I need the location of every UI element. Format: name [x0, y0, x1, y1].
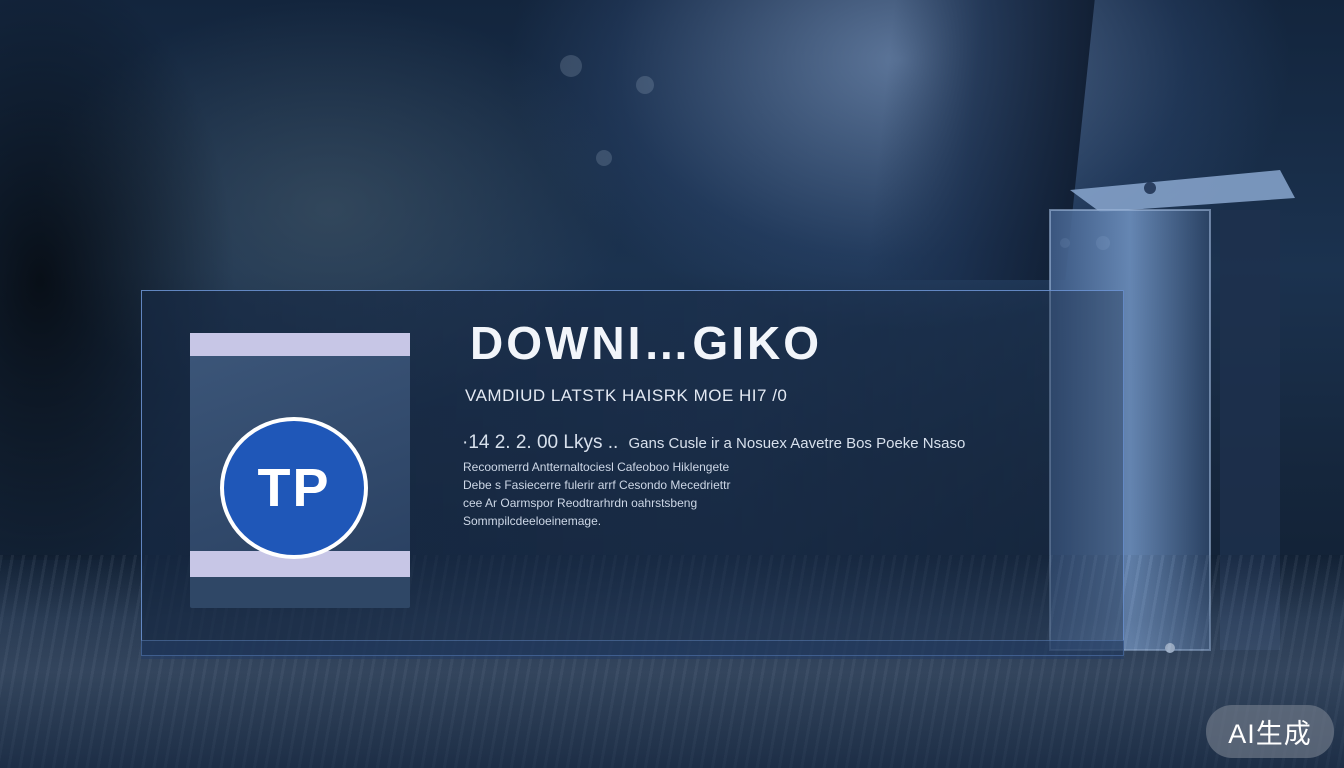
ai-generated-badge: AI生成 [1206, 705, 1334, 758]
meta-version: ·14 2. 2. 00 Lkys .. [462, 432, 619, 453]
panel-bottom-edge [141, 640, 1124, 659]
panel-subtitle: VAMDIUD LATSTK HAISRK MOE HI7 /0 [465, 386, 788, 405]
tp-logo-icon[interactable]: TP [220, 417, 368, 559]
description-line: Recoomerrd Antternaltociesl Cafeoboo Hik… [463, 460, 730, 474]
bokeh-light [560, 55, 582, 77]
bokeh-light [596, 150, 612, 166]
bokeh-light [636, 76, 654, 94]
meta-details: Gans Cusle ir a Nosuex Aavetre Bos Poeke… [628, 435, 966, 452]
meta-line: ·14 2. 2. 00 Lkys .. Gans Cusle ir a Nos… [462, 432, 965, 454]
description-line: cee Ar Oarmspor Reodtrarhrdn oahrstsbeng [463, 496, 698, 510]
panel-title: DOWNI…GIKO [470, 317, 822, 369]
description-line: Sommpilcdeeloeinemage. [463, 514, 602, 528]
card-top-band [190, 333, 410, 356]
panel-description: Recoomerrd Antternaltociesl Cafeoboo Hik… [463, 458, 730, 530]
description-line: Debe s Fasiecerre fulerir arrf Cesondo M… [463, 478, 731, 492]
